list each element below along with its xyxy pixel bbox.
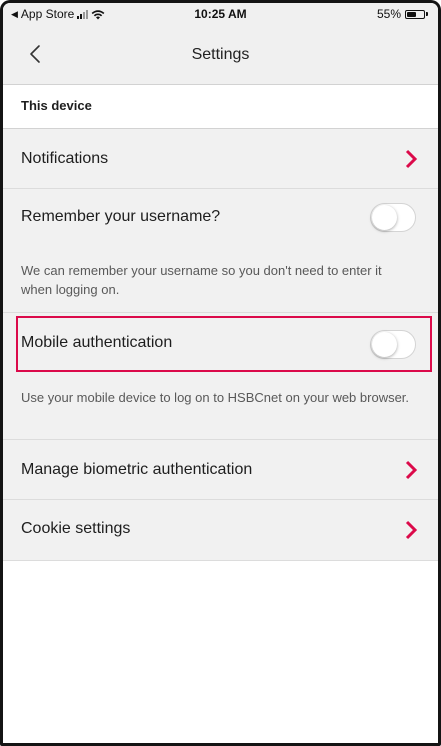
biometric-row[interactable]: Manage biometric authentication [3, 440, 438, 500]
remember-username-label: Remember your username? [21, 208, 221, 225]
cookie-settings-row[interactable]: Cookie settings [3, 500, 438, 561]
mobile-authentication-toggle[interactable] [370, 330, 416, 359]
remember-username-toggle[interactable] [370, 203, 416, 232]
chevron-right-icon [405, 520, 418, 540]
chevron-right-icon [405, 460, 418, 480]
section-header: This device [3, 85, 438, 129]
status-time: 10:25 AM [194, 7, 247, 21]
battery-icon [405, 9, 428, 19]
battery-percent: 55% [376, 7, 401, 21]
mobile-authentication-label: Mobile authentication [21, 334, 173, 351]
toggle-knob [372, 205, 397, 230]
toggle-knob [372, 332, 397, 357]
mobile-authentication-row: Mobile authentication Use your mobile de… [3, 316, 438, 440]
mobile-authentication-description: Use your mobile device to log on to HSBC… [21, 390, 410, 405]
status-bar: ◀ App Store 10:25 AM 55% [3, 3, 438, 25]
status-bar-right: 55% [377, 7, 428, 21]
phone-frame: ◀ App Store 10:25 AM 55% Settings This d… [0, 0, 441, 746]
remember-username-description: We can remember your username so you don… [21, 263, 382, 297]
cookie-settings-label: Cookie settings [21, 520, 131, 537]
page-title: Settings [191, 46, 250, 63]
biometric-label: Manage biometric authentication [21, 461, 253, 478]
notifications-label: Notifications [21, 150, 109, 167]
battery-fill [407, 11, 416, 17]
empty-area [3, 561, 438, 743]
remember-username-row: Remember your username? We can remember … [3, 189, 438, 313]
navigation-bar: Settings [3, 25, 438, 85]
notifications-row[interactable]: Notifications [3, 129, 438, 189]
section-title: This device [21, 98, 92, 113]
chevron-right-icon [405, 149, 418, 169]
